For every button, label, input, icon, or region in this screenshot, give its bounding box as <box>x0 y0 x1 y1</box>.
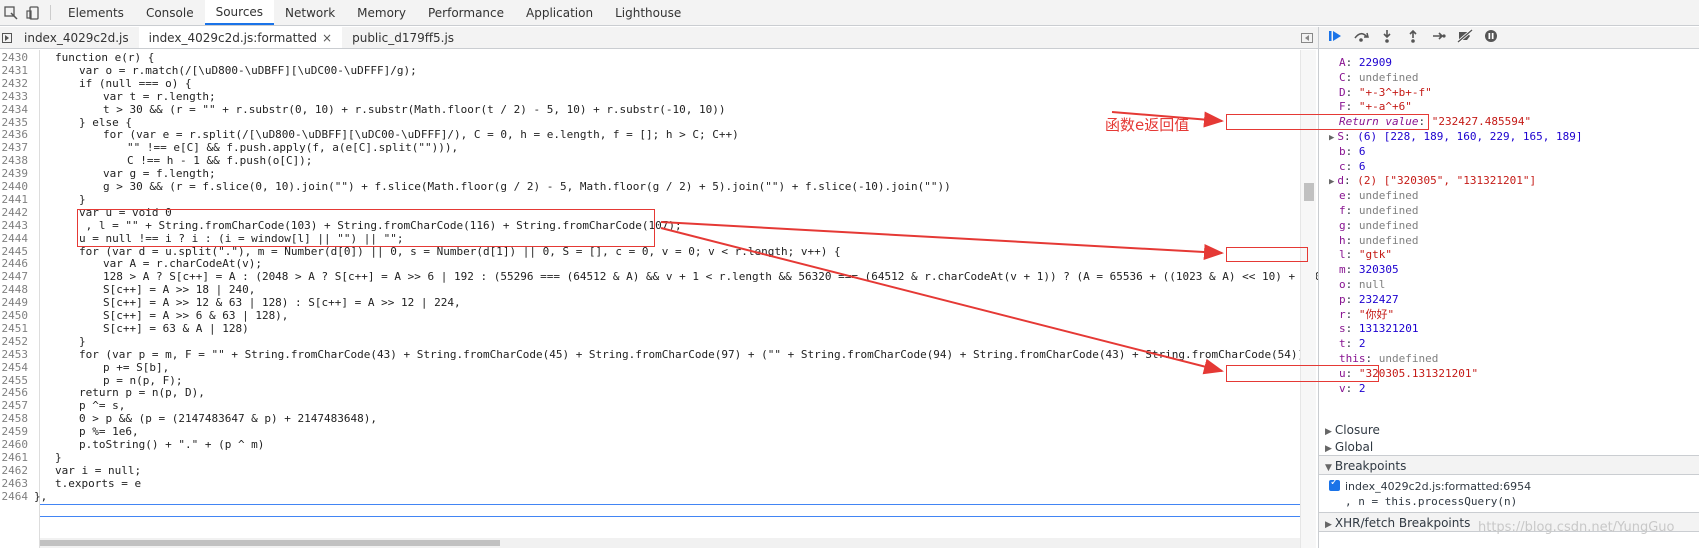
arrow-u <box>660 227 1224 375</box>
annotation-arrows <box>660 111 1224 375</box>
watermark: https://blog.csdn.net/YungGuo <box>1478 520 1675 535</box>
arrow-return-value <box>1111 111 1224 128</box>
arrow-l <box>660 221 1224 260</box>
